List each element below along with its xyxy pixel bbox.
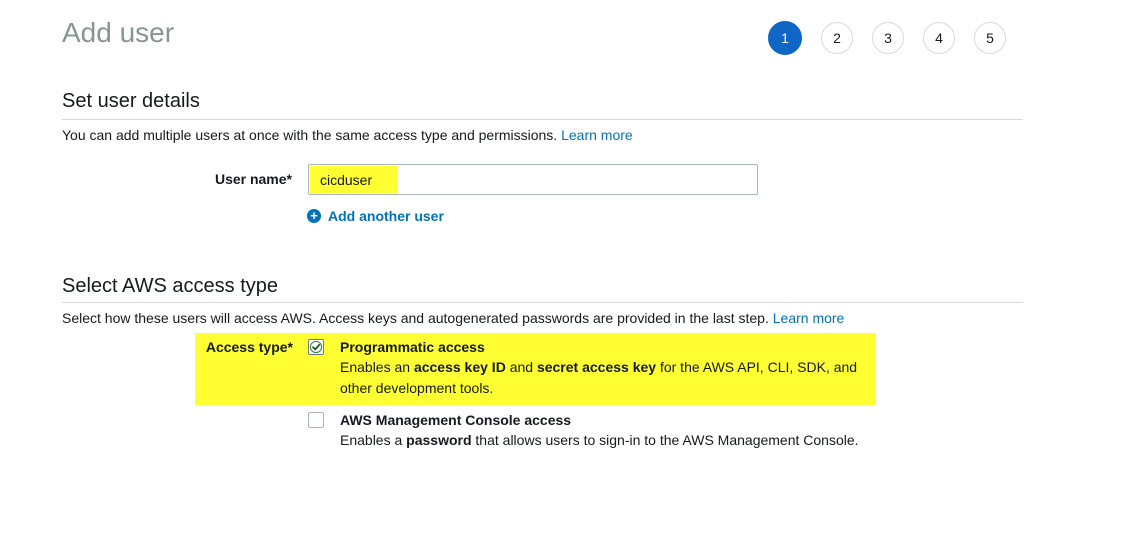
set-user-details-heading: Set user details: [62, 90, 200, 112]
plus-circle-icon: +: [307, 209, 321, 223]
desc-bold: secret access key: [536, 359, 657, 375]
access-type-label: Access type*: [205, 339, 293, 355]
console-access-checkbox[interactable]: [308, 412, 324, 428]
desc-bold: password: [406, 432, 472, 448]
username-input[interactable]: cicduser: [308, 164, 758, 195]
desc-text: and: [505, 359, 537, 375]
programmatic-access-checkbox[interactable]: [308, 339, 324, 355]
console-access-title: AWS Management Console access: [340, 412, 572, 428]
programmatic-access-description: Enables an access key ID and secret acce…: [340, 357, 870, 399]
programmatic-access-title: Programmatic access: [340, 339, 485, 355]
access-type-heading: Select AWS access type: [62, 275, 279, 297]
step-1[interactable]: 1: [768, 21, 802, 55]
wizard-steps: 1 2 3 4 5: [768, 21, 1025, 55]
learn-more-link[interactable]: Learn more: [773, 310, 845, 326]
learn-more-link[interactable]: Learn more: [561, 127, 633, 143]
user-details-description-text: You can add multiple users at once with …: [62, 127, 558, 143]
desc-text: Enables an: [340, 359, 414, 375]
step-2[interactable]: 2: [821, 22, 853, 54]
section-divider: [62, 302, 1023, 303]
user-details-description: You can add multiple users at once with …: [62, 126, 633, 144]
section-divider: [62, 119, 1023, 120]
step-5[interactable]: 5: [974, 22, 1006, 54]
console-access-description: Enables a password that allows users to …: [340, 430, 870, 451]
access-type-description-text: Select how these users will access AWS. …: [62, 310, 769, 326]
step-4[interactable]: 4: [923, 22, 955, 54]
username-label: User name*: [214, 171, 292, 187]
username-value: cicduser: [320, 172, 373, 188]
step-3[interactable]: 3: [872, 22, 904, 54]
check-icon: [310, 341, 322, 353]
add-another-user-label: Add another user: [328, 208, 444, 224]
add-another-user-button[interactable]: + Add another user: [307, 208, 444, 224]
desc-text: that allows users to sign-in to the AWS …: [471, 432, 859, 448]
page-title: Add user: [62, 17, 175, 48]
desc-bold: access key ID: [413, 359, 506, 375]
access-type-description: Select how these users will access AWS. …: [62, 309, 844, 327]
desc-text: Enables a: [340, 432, 407, 448]
